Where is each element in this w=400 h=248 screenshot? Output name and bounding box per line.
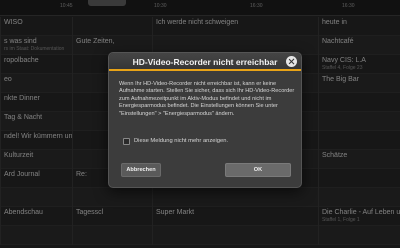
close-icon[interactable] [286, 56, 297, 67]
dialog-title: HD-Video-Recorder nicht erreichbar [132, 57, 278, 67]
dialog-header: HD-Video-Recorder nicht erreichbar [109, 53, 301, 71]
dont-show-again-checkbox[interactable] [123, 137, 130, 145]
dont-show-again-label: Diese Meldung nicht mehr anzeigen. [134, 138, 229, 144]
dialog-message: Wenn Ihr HD-Video-Recorder nicht erreich… [119, 81, 295, 117]
dont-show-again-option[interactable]: Diese Meldung nicht mehr anzeigen. [123, 137, 228, 145]
ok-button[interactable]: OK [225, 163, 291, 177]
cancel-button[interactable]: Abbrechen [121, 163, 161, 177]
recorder-unreachable-dialog: HD-Video-Recorder nicht erreichbar Wenn … [108, 52, 302, 188]
